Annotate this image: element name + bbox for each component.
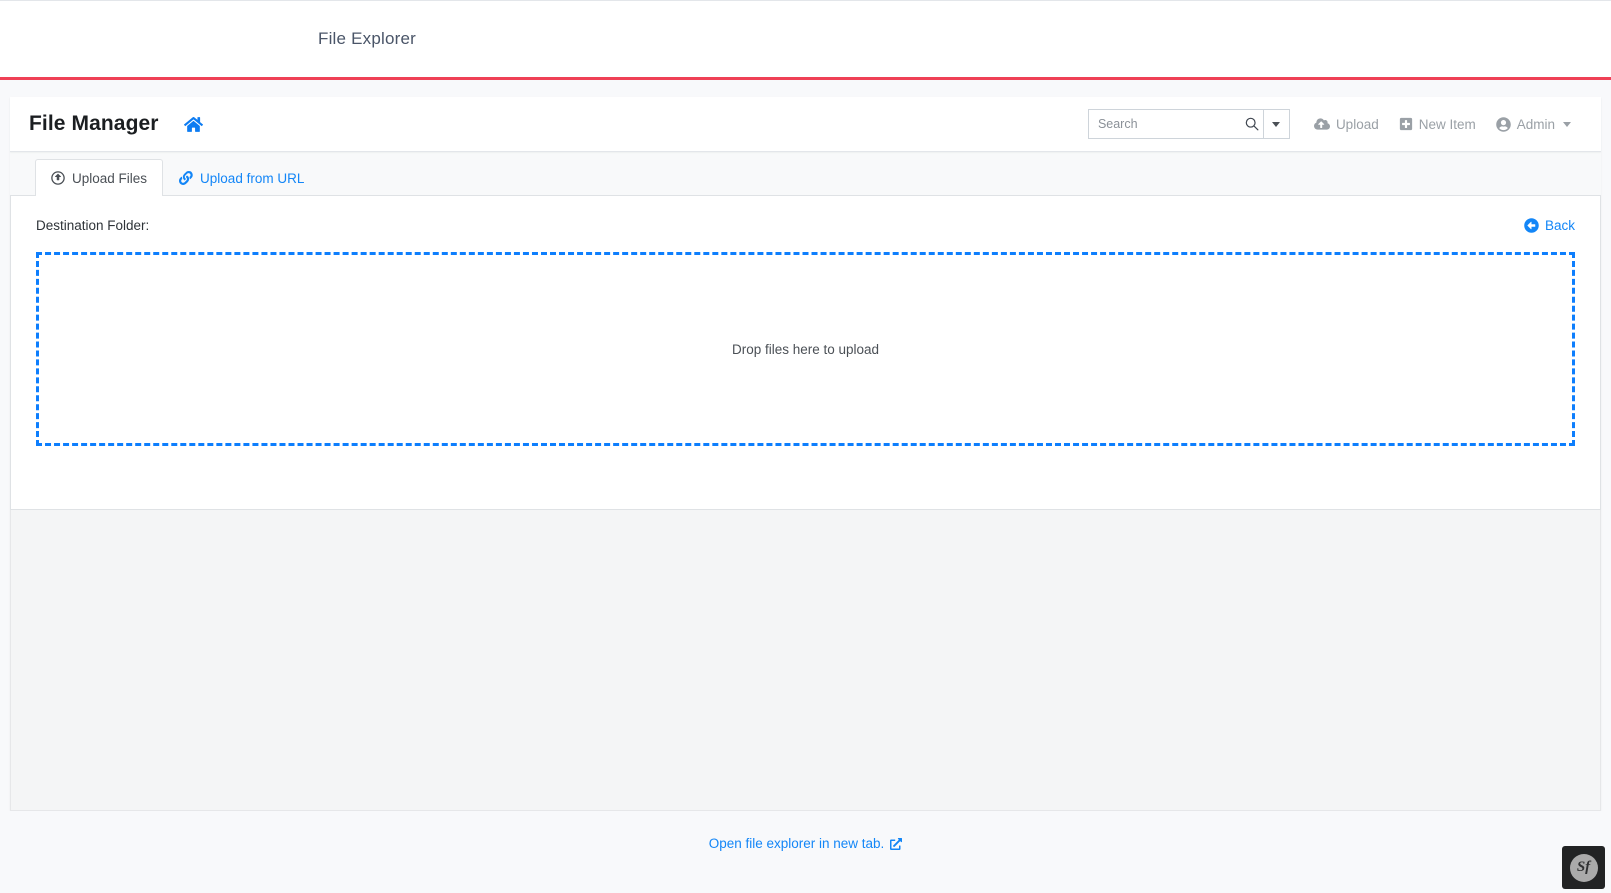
chevron-down-icon [1272,121,1281,127]
symfony-logo-icon: Sf [1569,853,1598,882]
home-icon[interactable] [183,116,203,133]
new-item-button[interactable]: New Item [1389,117,1486,132]
navbar-actions: Upload New Item Admin [1087,109,1581,139]
search-icon[interactable] [1245,110,1259,138]
admin-menu-label: Admin [1516,116,1555,132]
tab-upload-files-label: Upload Files [72,170,148,186]
open-in-new-tab-link[interactable]: Open file explorer in new tab. [709,836,903,851]
embed-footer: Open file explorer in new tab. [0,811,1611,893]
page-title: File Explorer [318,29,417,48]
back-link-label: Back [1544,217,1575,233]
upload-files-pane: Destination Folder: Back Drop files here… [10,196,1601,510]
open-in-new-tab-label: Open file explorer in new tab. [708,836,885,851]
search-input[interactable] [1088,110,1263,138]
tab-upload-from-url[interactable]: Upload from URL [163,159,320,196]
admin-menu-button[interactable]: Admin [1486,117,1581,132]
chevron-down-icon [1563,121,1571,127]
pane-header: Destination Folder: Back [36,212,1575,238]
external-link-icon [890,837,903,850]
brand-title: File Manager [29,112,159,135]
file-manager-navbar: File Manager Search Upload New Item Admi… [10,97,1601,152]
app-page: File Explorer File Manager Search Upload… [0,0,1611,893]
file-manager-embed: File Manager Search Upload New Item Admi… [0,80,1611,893]
symfony-profiler-badge[interactable]: Sf [1562,846,1605,889]
host-header: File Explorer [0,1,1611,77]
upload-panel: Upload Files Upload from URL Destination… [10,152,1601,510]
search-options-dropdown[interactable] [1263,109,1290,139]
arrow-left-circle-icon [1524,217,1539,233]
back-link[interactable]: Back [1524,218,1575,233]
search-input-wrapper [1087,109,1264,139]
tab-strip: Upload Files Upload from URL [10,152,1601,196]
upload-button-label: Upload [1335,116,1379,132]
file-dropzone[interactable]: Drop files here to upload [36,252,1575,446]
destination-folder-label: Destination Folder: [36,217,150,233]
search-group [1087,109,1290,139]
new-item-button-label: New Item [1418,116,1476,132]
tab-upload-from-url-label: Upload from URL [200,170,305,186]
dropzone-instruction: Drop files here to upload [731,341,880,357]
upload-button[interactable]: Upload [1304,117,1389,132]
tab-upload-files[interactable]: Upload Files [35,159,164,196]
